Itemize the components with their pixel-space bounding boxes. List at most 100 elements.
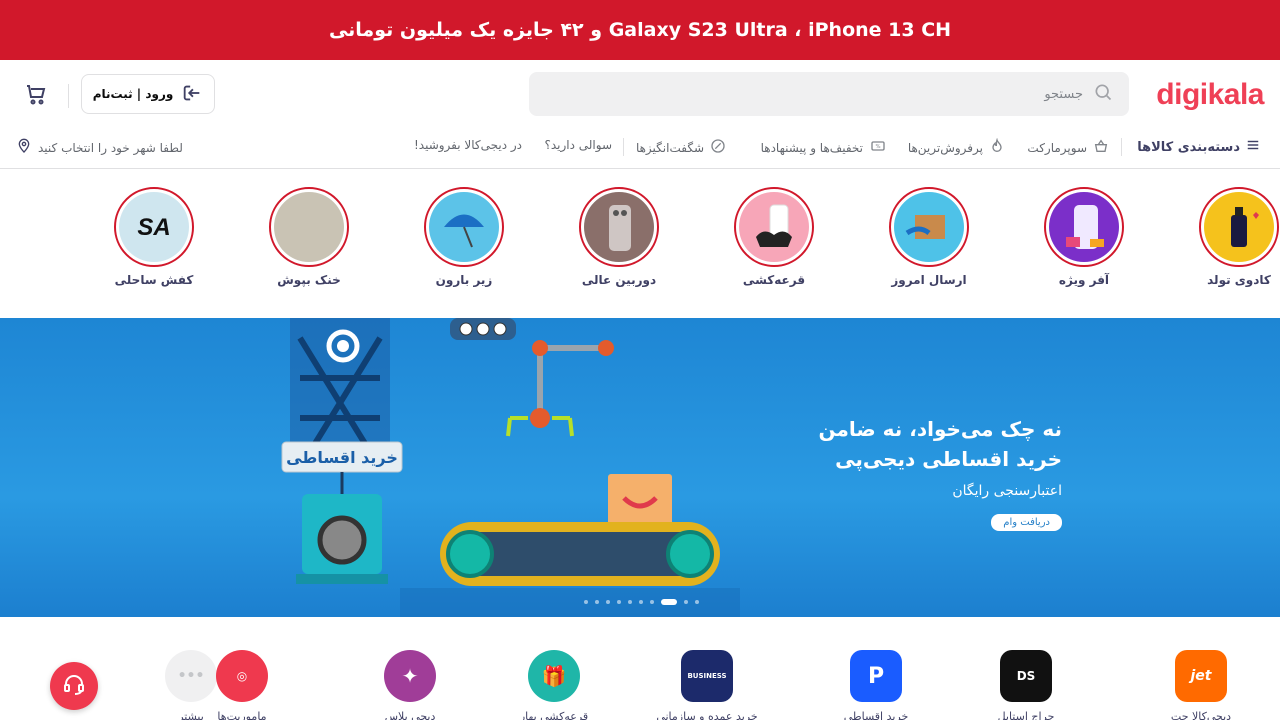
nav-deals[interactable]: % تخفیف‌ها و پیشنهادها [761,138,887,157]
cart-icon[interactable] [24,82,48,106]
carousel-dot[interactable] [584,600,588,604]
location-pin-icon [16,138,32,157]
carousel-dot[interactable] [617,600,621,604]
story-thumbnail [1049,192,1119,262]
main-nav: دسته‌بندی کالاها سوپرمارکت پرفروش‌ترین‌ه… [0,128,1280,169]
nav-amazing[interactable]: شگفت‌انگیزها [636,138,726,157]
service-label: خرید عمده و سازمانی [656,710,758,720]
search-input[interactable] [529,86,1093,102]
business-icon: BUSINESS [681,650,733,702]
header-divider [68,84,69,108]
hero-banner[interactable]: خرید اقساطی نه چک می‌خواد، نه ضامن خرید … [0,318,1280,617]
sparkle-icon: ✦ [384,650,436,702]
service-label: دیجی‌کالا جت [1170,710,1232,720]
gift-box-icon: 🎁 [528,650,580,702]
story-thumbnail [584,192,654,262]
service-label: ماموریت‌ها [217,710,267,720]
discount-tag-icon: % [869,138,887,157]
service-item[interactable]: DS حراج استایل [971,650,1081,720]
story-carousel: SA کفش ساحلی خنک بپوش زیر بارون دوربین ع… [0,169,1280,318]
story-thumbnail [739,192,809,262]
carousel-dot[interactable] [695,600,699,604]
svg-text:SA: SA [137,214,170,241]
service-item[interactable]: ✦ دیجی پلاس [355,650,465,720]
jet-icon: jet [1175,650,1227,702]
promo-text: Galaxy S23 Ultra ، iPhone 13 CH و ۴۲ جای… [328,19,952,41]
story-label: خنک بپوش [277,273,341,287]
menu-icon [1246,138,1260,156]
services-row: ••• بیشتر ◎ ماموریت‌ها ✦ دیجی پلاس 🎁 قرع… [0,617,1280,720]
installment-icon: P [850,650,902,702]
story-thumbnail [894,192,964,262]
site-header: digikala ورود | ثبت‌نام [0,60,1280,128]
story-thumbnail [274,192,344,262]
service-label: قرعه‌کشی بهار [519,710,589,720]
service-item[interactable]: 🎁 قرعه‌کشی بهار [499,650,609,720]
service-item[interactable]: BUSINESS خرید عمده و سازمانی [652,650,762,720]
nav-bestsellers[interactable]: پرفروش‌ترین‌ها [907,137,1005,157]
story-item[interactable]: آفر ویژه [1029,187,1139,287]
story-thumbnail [429,192,499,262]
story-item[interactable]: ارسال امروز [874,187,984,287]
story-label: کفش ساحلی [114,273,194,287]
story-item[interactable]: زیر بارون [409,187,519,287]
hero-subtitle: اعتبارسنجی رایگان [952,483,1062,499]
nav-categories-label: دسته‌بندی کالاها [1137,139,1240,155]
nav-divider [1121,138,1122,156]
carousel-dot[interactable] [650,600,654,604]
nav-amazing-label: شگفت‌انگیزها [635,140,704,155]
story-thumbnail: SA [119,192,189,262]
nav-questions[interactable]: سوالی دارید؟ [544,138,612,152]
carousel-dot[interactable] [661,599,677,605]
story-label: آفر ویژه [1058,273,1110,287]
nav-bestsellers-label: پرفروش‌ترین‌ها [907,140,983,155]
percent-icon [710,138,726,157]
service-item[interactable]: ◎ ماموریت‌ها [187,650,297,720]
promo-banner[interactable]: Galaxy S23 Ultra ، iPhone 13 CH و ۴۲ جای… [0,0,1280,60]
carousel-dot[interactable] [595,600,599,604]
service-item[interactable]: P خرید اقساطی [821,650,931,720]
basket-icon [1093,138,1109,157]
nav-sell-label: در دیجی‌کالا بفروشید! [413,138,522,152]
search-icon [1093,82,1113,106]
headset-icon [62,672,86,700]
login-button[interactable]: ورود | ثبت‌نام [81,74,215,114]
story-label: کادوی تولد [1207,273,1271,287]
hero-headline-1: نه چک می‌خواد، نه ضامن [818,417,1062,441]
carousel-dot[interactable] [684,600,688,604]
nav-supermarket-label: سوپرمارکت [1027,140,1087,155]
carousel-dot[interactable] [606,600,610,604]
story-label: قرعه‌کشی [742,273,806,287]
carousel-dot[interactable] [628,600,632,604]
service-label: حراج استایل [997,710,1055,720]
story-label: ارسال امروز [891,273,967,287]
nav-supermarket[interactable]: سوپرمارکت [1027,138,1109,157]
city-selector[interactable]: لطفا شهر خود را انتخاب کنید [16,138,183,157]
nav-categories[interactable]: دسته‌بندی کالاها [1137,138,1260,156]
story-item[interactable]: دوربین عالی [564,187,674,287]
story-item[interactable]: کادوی تولد [1184,187,1280,287]
digikala-logo[interactable]: digikala [1156,78,1264,112]
hero-headline-2: خرید اقساطی دیجی‌پی [835,447,1062,471]
story-label: زیر بارون [435,273,493,287]
hero-illustration: خرید اقساطی [281,318,740,617]
style-sale-icon: DS [1000,650,1052,702]
story-item[interactable]: خنک بپوش [254,187,364,287]
nav-sell[interactable]: در دیجی‌کالا بفروشید! [414,138,522,152]
nav-questions-label: سوالی دارید؟ [544,138,612,152]
get-loan-button[interactable]: دریافت وام [991,514,1062,531]
login-label: ورود | ثبت‌نام [92,87,174,101]
hero-sign: خرید اقساطی [286,448,398,467]
service-label: خرید اقساطی [843,710,909,720]
city-selector-label: لطفا شهر خود را انتخاب کنید [38,140,183,155]
support-chat-button[interactable] [50,662,98,710]
target-icon: ◎ [216,650,268,702]
carousel-dot[interactable] [639,600,643,604]
story-item[interactable]: SA کفش ساحلی [99,187,209,287]
fire-icon [989,137,1005,157]
service-item[interactable]: jet دیجی‌کالا جت [1146,650,1256,720]
search-bar[interactable] [529,72,1129,116]
service-label: دیجی پلاس [384,710,436,720]
nav-divider [623,138,624,156]
story-item[interactable]: قرعه‌کشی [719,187,829,287]
